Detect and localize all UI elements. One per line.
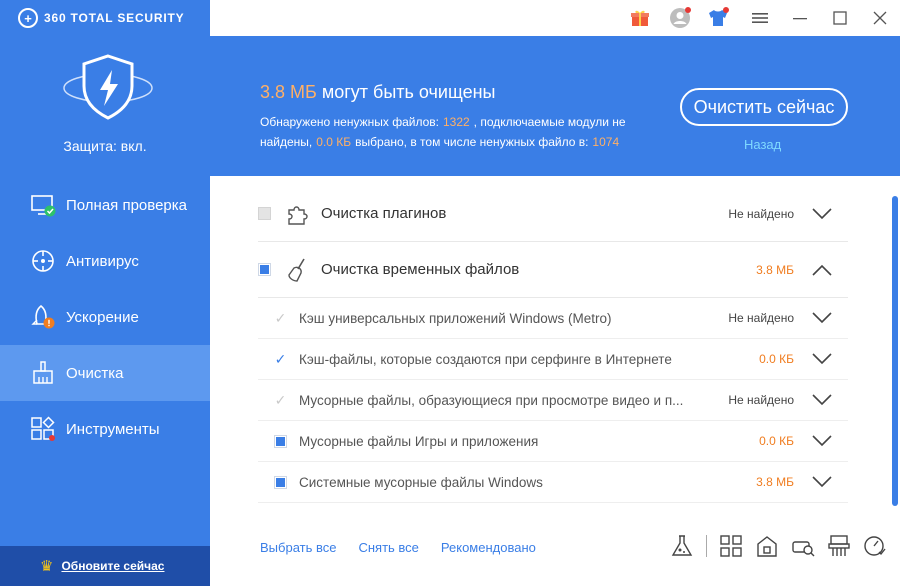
titlebar (210, 0, 900, 36)
scan-result-banner: 3.8 МБ могут быть очищены Обнаружено нен… (210, 36, 900, 176)
crown-icon: ♛ (40, 558, 54, 575)
result-title: 3.8 МБ могут быть очищены (260, 82, 495, 103)
details-text: Обнаружено ненужных файлов: (260, 115, 439, 129)
result-details: Обнаружено ненужных файлов: 1322, подключ… (260, 112, 680, 152)
list-item-label: Системные мусорные файлы Windows (299, 474, 543, 490)
rocket-icon (30, 304, 56, 330)
list-item-label: Кэш-файлы, которые создаются при серфинг… (299, 351, 672, 367)
chevron-down-icon[interactable] (812, 312, 832, 324)
menu-icon[interactable] (748, 6, 772, 30)
list-item-status: Не найдено (728, 393, 794, 407)
sidebar-item-speedup[interactable]: Ускорение (0, 289, 210, 345)
disk-search-icon[interactable] (791, 534, 815, 558)
result-title-text: могут быть очищены (316, 82, 496, 102)
chevron-down-icon[interactable] (812, 207, 832, 220)
scrollbar[interactable] (892, 196, 898, 506)
list-item-status: 0.0 КБ (759, 352, 794, 366)
maximize-icon[interactable] (828, 6, 852, 30)
cleanable-size: 3.8 МБ (260, 82, 317, 102)
sidebar-nav: Полная проверка Антивирус Ускорение Очис… (0, 177, 210, 457)
list-item-status: Не найдено (728, 311, 794, 325)
shredder-icon[interactable] (827, 534, 851, 558)
broom-icon (285, 257, 311, 283)
details-text: выбрано, в том числе ненужных файло в: (355, 135, 589, 149)
sidebar-item-label: Инструменты (66, 420, 160, 438)
list-item-label: Мусорные файлы, образующиеся при просмот… (299, 392, 684, 408)
checkbox[interactable]: ✓ (274, 351, 287, 367)
divider (706, 535, 707, 557)
checkbox[interactable] (258, 263, 271, 276)
sidebar-item-label: Антивирус (66, 252, 139, 270)
skin-shirt-icon[interactable] (706, 6, 730, 30)
sidebar-item-label: Ускорение (66, 308, 139, 326)
back-link[interactable]: Назад (744, 137, 781, 152)
chevron-down-icon[interactable] (812, 476, 832, 488)
clean-now-button[interactable]: Очистить сейчас (680, 88, 848, 126)
selection-actions: Выбрать все Снять все Рекомендовано (260, 540, 536, 555)
recommended-link[interactable]: Рекомендовано (441, 540, 536, 555)
list-item[interactable]: Очистка временных файлов 3.8 МБ (258, 242, 848, 298)
speed-gauge-icon[interactable] (863, 534, 887, 558)
sidebar-item-full-scan[interactable]: Полная проверка (0, 177, 210, 233)
junk-count: 1322 (442, 115, 470, 129)
checkbox[interactable]: ✓ (274, 310, 287, 326)
deselect-all-link[interactable]: Снять все (358, 540, 418, 555)
list-item[interactable]: Мусорные файлы Игры и приложения 0.0 КБ (258, 421, 848, 462)
checkbox[interactable]: ✓ (274, 392, 287, 408)
select-all-link[interactable]: Выбрать все (260, 540, 336, 555)
list-item[interactable]: Очистка плагинов Не найдено (258, 186, 848, 242)
sidebar-item-label: Очистка (66, 364, 124, 382)
gift-icon[interactable] (628, 6, 652, 30)
protection-status: Защита: вкл. (63, 138, 147, 154)
chevron-down-icon[interactable] (812, 394, 832, 406)
checkbox[interactable] (258, 207, 271, 220)
cleanup-list: Очистка плагинов Не найдено Очистка врем… (210, 176, 900, 586)
list-item-label: Очистка плагинов (321, 205, 447, 222)
notification-dot (685, 7, 691, 13)
broom-icon (30, 360, 56, 386)
selected-count: 1074 (592, 135, 620, 149)
chevron-up-icon[interactable] (812, 264, 832, 276)
puzzle-icon (285, 201, 311, 227)
checkbox[interactable] (274, 475, 287, 489)
list-item[interactable]: Системные мусорные файлы Windows 3.8 МБ (258, 462, 848, 503)
list-item-label: Очистка временных файлов (321, 261, 520, 278)
shield-icon (62, 52, 154, 122)
sidebar-item-label: Полная проверка (66, 196, 187, 214)
chevron-down-icon[interactable] (812, 353, 832, 365)
selected-size: 0.0 КБ (316, 135, 352, 149)
list-item[interactable]: ✓ Кэш универсальных приложений Windows (… (258, 298, 848, 339)
tools-grid-icon (30, 416, 56, 442)
monitor-check-icon (30, 192, 56, 218)
sidebar-item-cleanup[interactable]: Очистка (0, 345, 210, 401)
checkbox[interactable] (274, 434, 287, 448)
brand-logo-icon: + (18, 8, 38, 28)
close-icon[interactable] (868, 6, 892, 30)
lock-house-icon[interactable] (755, 534, 779, 558)
account-icon[interactable] (668, 6, 692, 30)
sidebar-item-antivirus[interactable]: Антивирус (0, 233, 210, 289)
list-item-status: 3.8 МБ (756, 475, 794, 489)
list-item-status: Не найдено (728, 206, 794, 221)
tool-shortcuts (670, 534, 887, 558)
sidebar-item-tools[interactable]: Инструменты (0, 401, 210, 457)
apps-grid-icon[interactable] (719, 534, 743, 558)
sidebar: + 360 TOTAL SECURITY Защита: вкл. Полная… (0, 0, 210, 586)
notification-dot (723, 7, 729, 13)
list-item-status: 3.8 МБ (756, 262, 794, 277)
list-item-label: Мусорные файлы Игры и приложения (299, 433, 539, 449)
list-item[interactable]: ✓ Кэш-файлы, которые создаются при серфи… (258, 339, 848, 380)
chevron-down-icon[interactable] (812, 435, 832, 447)
minimize-icon[interactable] (788, 6, 812, 30)
list-item-label: Кэш универсальных приложений Windows (Me… (299, 310, 612, 326)
flask-icon[interactable] (670, 534, 694, 558)
antivirus-icon (30, 248, 56, 274)
update-now-button[interactable]: ♛ Обновите сейчас (0, 546, 210, 586)
brand-name: 360 TOTAL SECURITY (44, 11, 185, 25)
list-item[interactable]: ✓ Мусорные файлы, образующиеся при просм… (258, 380, 848, 421)
brand: + 360 TOTAL SECURITY (18, 8, 184, 28)
update-label: Обновите сейчас (61, 559, 165, 573)
list-item-status: 0.0 КБ (759, 434, 794, 448)
